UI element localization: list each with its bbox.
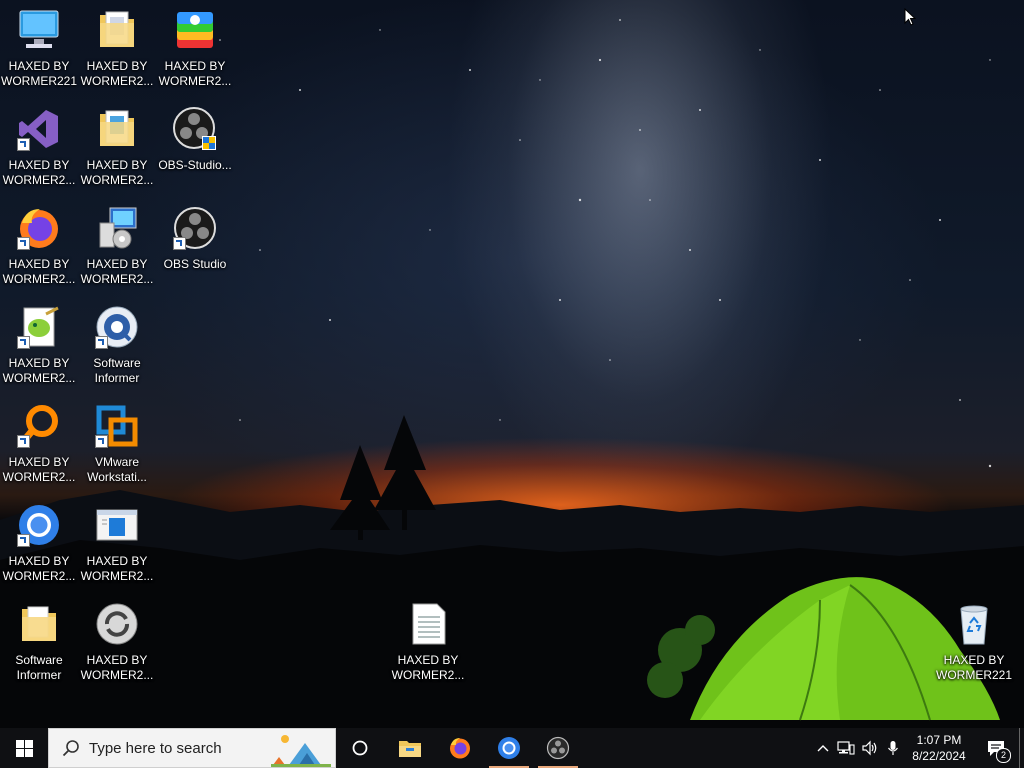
desktop-icon-software-informer[interactable]: Software Informer	[79, 303, 155, 386]
desktop-icon-folder[interactable]: HAXED BY WORMER2...	[79, 6, 155, 89]
desktop-icon-label: OBS-Studio...	[158, 158, 232, 172]
desktop-icon-label: HAXED BY WORMER2...	[2, 356, 76, 385]
taskbar-file-explorer[interactable]	[386, 728, 434, 768]
text-file-icon	[404, 600, 452, 648]
chromium-icon	[15, 501, 63, 549]
folder-icon	[15, 600, 63, 648]
shortcut-arrow-icon	[95, 435, 108, 448]
recycle-bin-icon	[950, 600, 998, 648]
desktop-icon-software-informer-folder[interactable]: Software Informer	[1, 600, 77, 683]
desktop-icon-window-app[interactable]: HAXED BY WORMER2...	[79, 501, 155, 584]
desktop-icon-label: Software Informer	[15, 653, 63, 682]
desktop-icon-label: Software Informer	[93, 356, 141, 385]
folder-icon	[93, 6, 141, 54]
desktop-icon-firefox[interactable]: HAXED BY WORMER2...	[1, 204, 77, 287]
firefox-icon	[450, 738, 470, 759]
volume-tray-button[interactable]	[859, 728, 881, 768]
bluestacks-icon	[171, 6, 219, 54]
chromium-icon	[498, 737, 520, 759]
start-button[interactable]	[0, 728, 48, 768]
mouse-cursor-icon	[904, 7, 917, 30]
desktop-icon-vmware[interactable]: VMware Workstati...	[79, 402, 155, 485]
speaker-icon	[862, 740, 877, 756]
obs-icon	[546, 736, 570, 760]
desktop-icon-label: HAXED BY WORMER2...	[80, 257, 154, 286]
obs-icon	[171, 204, 219, 252]
taskbar-firefox[interactable]	[436, 728, 484, 768]
windows-logo-icon	[15, 739, 33, 757]
desktop-icon-label: HAXED BY WORMER2...	[80, 554, 154, 583]
desktop-icon-label: HAXED BY WORMER221	[1, 59, 78, 88]
visual-studio-icon	[15, 105, 63, 153]
taskbar: Type here to search 1:07 PM 8/22/2024 2	[0, 728, 1024, 768]
clock-date: 8/22/2024	[912, 749, 966, 763]
desktop-icon-label: HAXED BY WORMER2...	[2, 158, 76, 187]
show-desktop-button[interactable]	[1019, 728, 1020, 768]
software-informer-icon	[93, 303, 141, 351]
taskbar-search-box[interactable]: Type here to search	[48, 728, 336, 768]
microphone-tray-button[interactable]	[883, 728, 903, 768]
refresh-app-icon	[93, 600, 141, 648]
desktop-icon-label: HAXED BY WORMER2...	[158, 59, 232, 88]
taskbar-obs-studio[interactable]	[534, 728, 582, 768]
taskbar-chromium[interactable]	[485, 728, 533, 768]
search-icon	[62, 740, 79, 757]
desktop-icon-orange-search[interactable]: HAXED BY WORMER2...	[1, 402, 77, 485]
obs-installer-icon	[171, 105, 219, 153]
shortcut-arrow-icon	[17, 138, 30, 151]
orange-search-icon	[15, 402, 63, 450]
desktop-icon-label: HAXED BY WORMER2...	[391, 653, 465, 682]
show-hidden-icons-button[interactable]	[812, 728, 834, 768]
desktop-icon-setup[interactable]: HAXED BY WORMER2...	[79, 204, 155, 287]
desktop-icon-label: HAXED BY WORMER2...	[2, 257, 76, 286]
shortcut-arrow-icon	[95, 336, 108, 349]
desktop-icon-folder-2[interactable]: HAXED BY WORMER2...	[79, 105, 155, 188]
cortana-button[interactable]	[336, 728, 384, 768]
desktop-icon-obs-installer[interactable]: OBS-Studio...	[157, 105, 233, 173]
vmware-icon	[93, 402, 141, 450]
desktop-icon-label: HAXED BY WORMER2...	[80, 59, 154, 88]
this-pc-icon	[15, 6, 63, 54]
notification-count-badge: 2	[996, 748, 1011, 763]
desktop-icon-bluestacks[interactable]: HAXED BY WORMER2...	[157, 6, 233, 89]
clock-time: 1:07 PM	[916, 733, 962, 747]
desktop-icon-chromium[interactable]: HAXED BY WORMER2...	[1, 501, 77, 584]
search-highlight-camping-icon	[271, 735, 331, 767]
file-explorer-icon	[399, 741, 421, 757]
desktop-icon-notepad-plus-plus[interactable]: HAXED BY WORMER2...	[1, 303, 77, 386]
desktop-icon-refresh-app[interactable]: HAXED BY WORMER2...	[79, 600, 155, 683]
microphone-icon	[888, 741, 898, 755]
desktop-icon-label: HAXED BY WORMER2...	[80, 653, 154, 682]
desktop-icon-visual-studio[interactable]: HAXED BY WORMER2...	[1, 105, 77, 188]
desktop-icon-label: HAXED BY WORMER2...	[80, 158, 154, 187]
desktop-icon-label: HAXED BY WORMER2...	[2, 455, 76, 484]
shortcut-arrow-icon	[173, 237, 186, 250]
window-app-icon	[93, 501, 141, 549]
folder-icon	[93, 105, 141, 153]
setup-icon	[93, 204, 141, 252]
notepad-plus-plus-icon	[15, 303, 63, 351]
desktop-icon-this-pc[interactable]: HAXED BY WORMER221	[1, 6, 77, 89]
desktop-icon-label: OBS Studio	[163, 257, 227, 271]
shortcut-arrow-icon	[17, 534, 30, 547]
shortcut-arrow-icon	[17, 336, 30, 349]
cortana-ring-icon	[352, 740, 368, 756]
shortcut-arrow-icon	[17, 237, 30, 250]
network-icon	[837, 741, 855, 755]
desktop-icon-recycle-bin[interactable]: HAXED BY WORMER221	[936, 600, 1012, 683]
search-placeholder: Type here to search	[89, 739, 222, 757]
taskbar-clock[interactable]: 1:07 PM 8/22/2024	[902, 728, 976, 768]
desktop-icon-label: HAXED BY WORMER221	[936, 653, 1013, 682]
chevron-up-icon	[817, 745, 829, 752]
desktop-icon-obs-studio[interactable]: OBS Studio	[157, 204, 233, 272]
desktop-icon-label: VMware Workstati...	[87, 455, 147, 484]
network-tray-button[interactable]	[835, 728, 857, 768]
shortcut-arrow-icon	[17, 435, 30, 448]
desktop-icon-label: HAXED BY WORMER2...	[2, 554, 76, 583]
firefox-icon	[15, 204, 63, 252]
action-center-button[interactable]: 2	[978, 728, 1014, 768]
desktop-icon-text-file[interactable]: HAXED BY WORMER2...	[390, 600, 466, 683]
